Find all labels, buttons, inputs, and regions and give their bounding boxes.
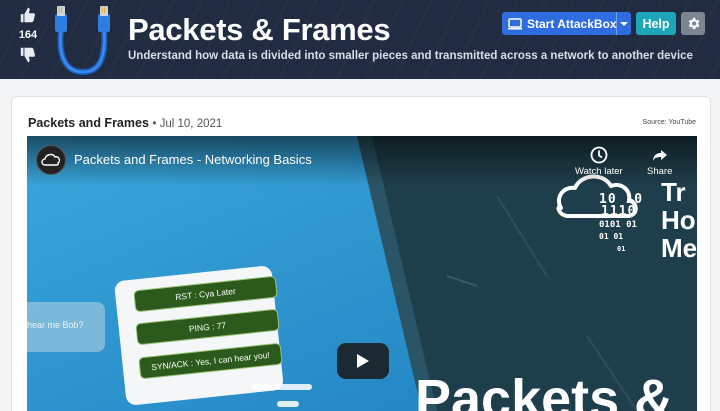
player-video-title[interactable]: Packets and Frames - Networking Basics [74,152,312,167]
help-button[interactable]: Help [636,12,676,35]
binary-text: 10 10 1110 0101 01 01 01 01 [599,193,643,255]
watch-later-label: Watch later [575,166,623,177]
binary-line: 1110 [601,204,637,219]
video-title: Packets and Frames [28,116,149,130]
video-heading: Packets and Frames • Jul 10, 2021 [28,116,222,130]
thumbs-down-icon[interactable] [19,46,37,64]
youtube-player[interactable]: Packets and Frames - Networking Basics W… [27,136,697,411]
upvote-count: 164 [18,29,38,41]
thumbnail-big-text: Packets & [415,369,674,411]
brand-line: Me [661,233,697,263]
share-icon [652,150,667,161]
page-title: Packets & Frames [128,12,391,47]
start-attackbox-label: Start AttackBox [527,16,617,31]
room-header: 164 Packets & Frames Understand how data… [0,0,720,79]
room-description: Understand how data is divided into smal… [128,50,693,62]
channel-avatar[interactable] [36,145,66,175]
chevron-down-icon [620,21,628,26]
start-attackbox-button[interactable]: Start AttackBox [502,12,631,35]
binary-line: 0101 01 [599,220,637,230]
clock-icon [590,146,608,164]
share-button[interactable]: Share [647,146,672,177]
brand-line: Tr [661,177,686,207]
monitor-icon [508,17,522,29]
play-button[interactable] [337,343,389,379]
play-icon [357,354,369,368]
video-date: • Jul 10, 2021 [152,118,223,130]
share-label: Share [647,166,673,177]
attackbox-dropdown-toggle[interactable] [616,12,631,35]
vote-widget: 164 [14,6,42,64]
watch-later-button[interactable]: Watch later [575,146,623,177]
gear-icon [688,17,699,30]
settings-button[interactable] [681,12,705,35]
ethernet-cable-icon [55,6,110,76]
side-bubble-text: hear me Bob? [27,320,84,330]
brand-text: Tr Ho Me [661,178,697,262]
binary-line: 01 01 [599,232,624,241]
brand-line: Ho [661,205,696,235]
binary-line: 01 [617,245,626,253]
thumbs-up-icon[interactable] [19,6,37,24]
video-source: Source: YouTube [642,119,696,126]
cloud-logo-icon [41,153,61,166]
